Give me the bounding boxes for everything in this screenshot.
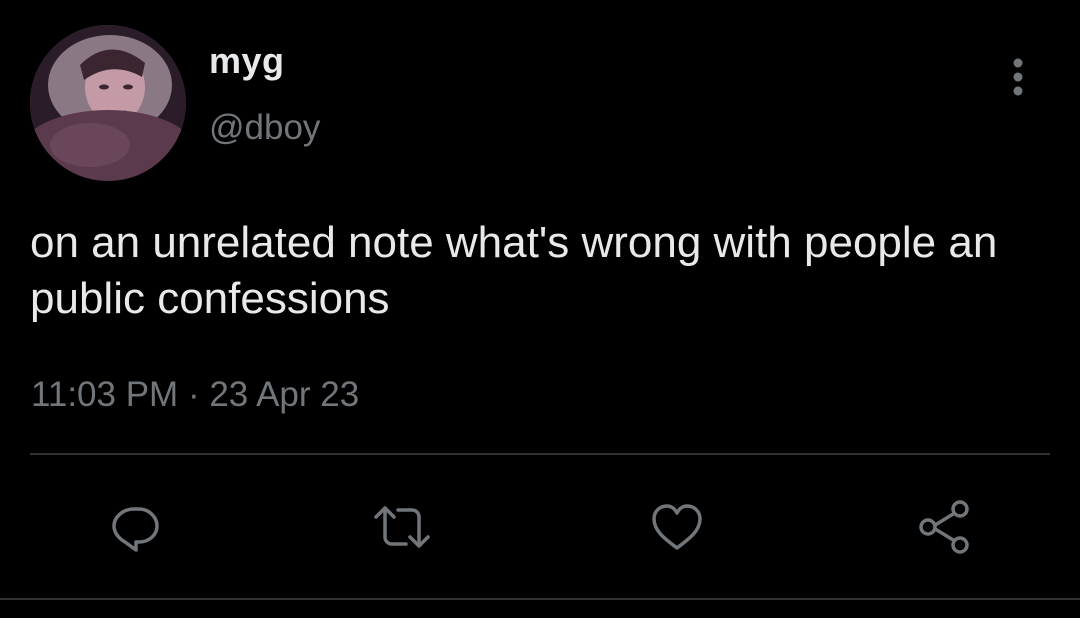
action-bar [0, 495, 1080, 559]
reply-icon [112, 507, 159, 552]
avatar-image [30, 25, 186, 181]
retweet-icon [374, 506, 430, 548]
tweet-time: 11:03 PM [31, 375, 179, 414]
tweet-timestamp[interactable]: 11:03 PM · 23 Apr 23 [31, 375, 359, 415]
divider [30, 453, 1050, 455]
more-options-button[interactable] [998, 52, 1038, 102]
tweet-text: on an unrelated note what's wrong with p… [30, 218, 998, 323]
share-button[interactable] [912, 495, 976, 559]
user-handle[interactable]: @dboy [209, 108, 320, 148]
share-icon [919, 500, 969, 554]
retweet-button[interactable] [370, 495, 434, 559]
avatar[interactable] [30, 25, 186, 181]
like-button[interactable] [645, 495, 709, 559]
display-name[interactable]: myg [209, 40, 285, 82]
timestamp-separator: · [187, 375, 200, 414]
reply-button[interactable] [104, 495, 168, 559]
bottom-divider [0, 598, 1080, 600]
more-vertical-icon [1013, 58, 1023, 96]
heart-icon [652, 504, 702, 550]
tweet-card: myg @dboy on an unrelated note what's wr… [0, 0, 1080, 618]
tweet-date: 23 Apr 23 [209, 375, 360, 414]
